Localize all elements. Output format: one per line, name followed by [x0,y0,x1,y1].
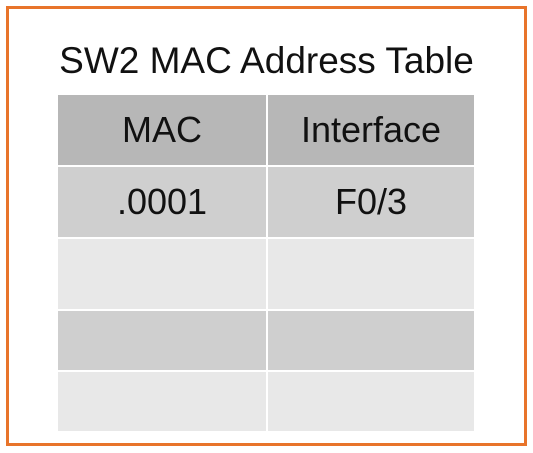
mac-table-panel: SW2 MAC Address Table MAC Interface .000… [6,6,527,446]
table-row [58,238,474,311]
table-header-row: MAC Interface [58,95,474,167]
table-row [58,310,474,372]
mac-cell [58,238,268,311]
interface-cell [267,238,474,311]
interface-cell [267,310,474,372]
mac-cell: .0001 [58,166,268,239]
mac-cell [58,371,268,431]
interface-cell: F0/3 [267,166,474,239]
mac-address-table: MAC Interface .0001 F0/3 [58,95,474,431]
column-header-interface: Interface [267,95,474,167]
column-header-mac: MAC [58,95,268,167]
table-row: .0001 F0/3 [58,166,474,239]
interface-cell [267,371,474,431]
panel-title: SW2 MAC Address Table [59,40,474,81]
mac-cell [58,310,268,372]
table-row [58,371,474,431]
